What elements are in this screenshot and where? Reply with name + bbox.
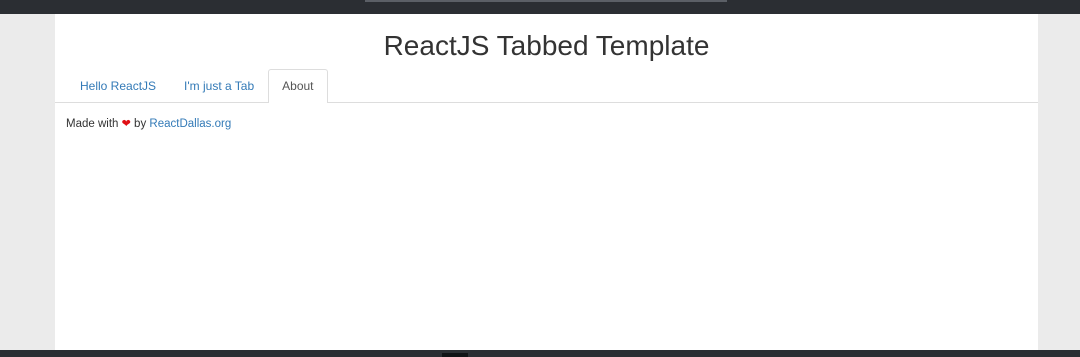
tab-im-just-a-tab[interactable]: I'm just a Tab xyxy=(170,69,268,102)
tab-about[interactable]: About xyxy=(268,69,328,103)
by-text: by xyxy=(134,118,147,130)
about-content: Made with ❤ by ReactDallas.org xyxy=(66,117,231,130)
browser-tab-strip xyxy=(365,0,727,2)
page-title: ReactJS Tabbed Template xyxy=(383,30,710,61)
taskbar xyxy=(0,350,1080,357)
heart-icon: ❤ xyxy=(121,118,131,130)
page-container: ReactJS Tabbed Template Hello ReactJS I'… xyxy=(55,14,1038,350)
browser-top-bar xyxy=(0,0,1080,14)
tab-hello-reactjs[interactable]: Hello ReactJS xyxy=(66,69,170,102)
tab-bar: Hello ReactJS I'm just a Tab About xyxy=(55,69,1038,103)
taskbar-item[interactable] xyxy=(442,353,468,357)
made-with-text: Made with xyxy=(66,118,119,130)
reactdallas-link[interactable]: ReactDallas.org xyxy=(149,118,231,130)
